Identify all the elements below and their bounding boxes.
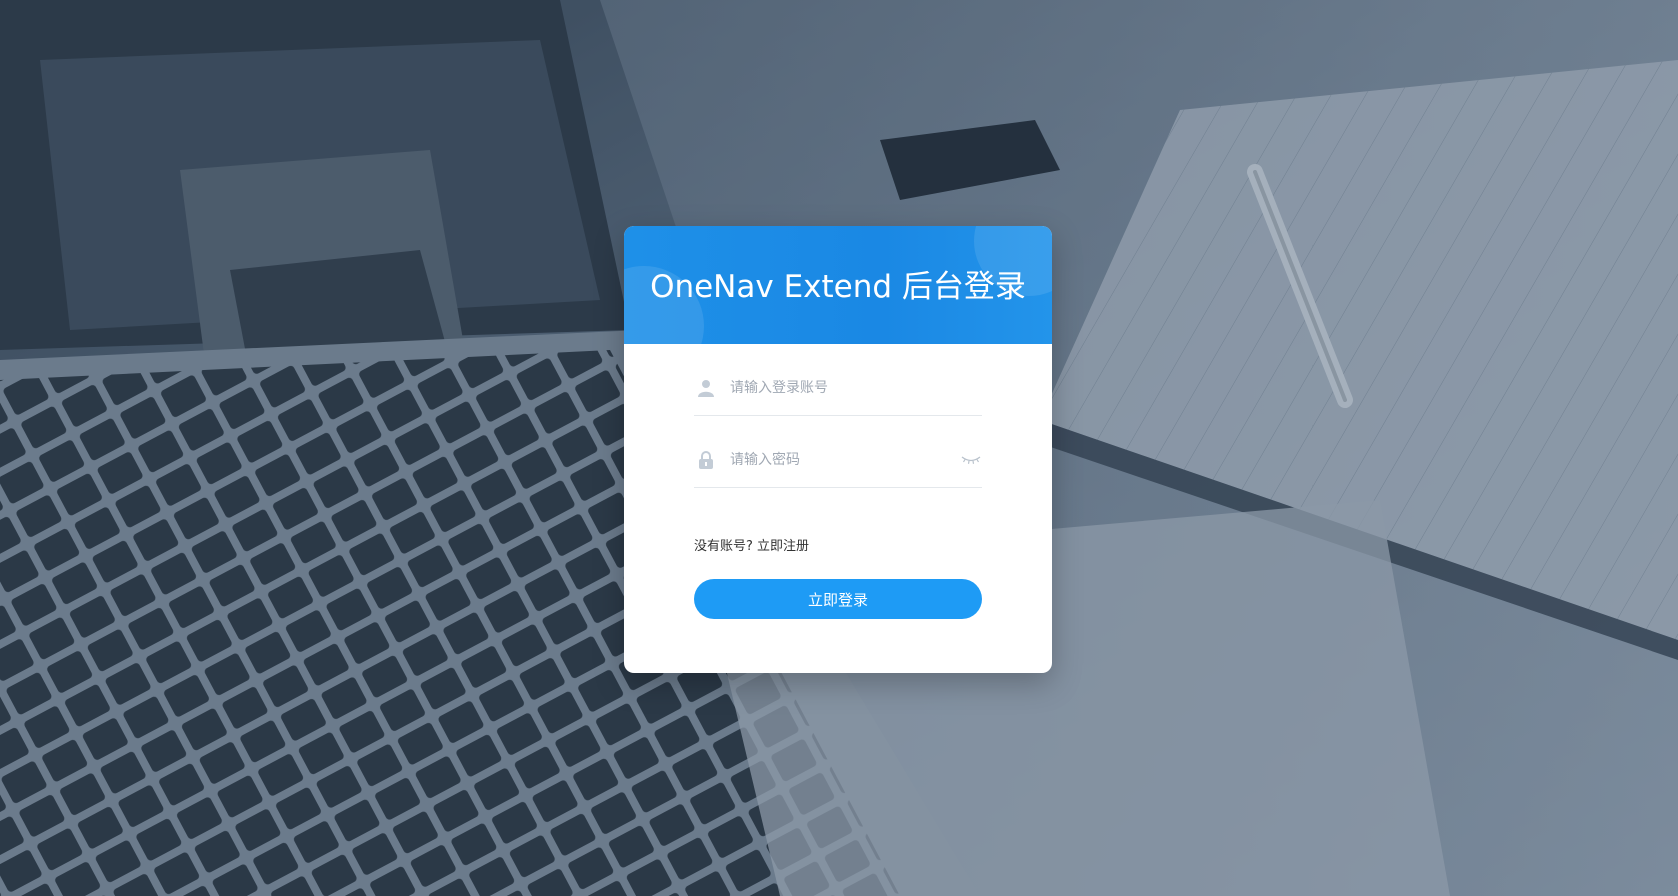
password-input[interactable] [730,445,960,475]
register-prompt: 没有账号? [694,539,753,554]
register-row: 没有账号? 立即注册 [694,538,982,556]
login-button[interactable]: 立即登录 [694,579,982,619]
register-link[interactable]: 立即注册 [757,539,809,554]
username-input[interactable] [730,373,982,403]
username-field [694,361,982,416]
login-form: 没有账号? 立即注册 立即登录 [694,344,982,619]
login-card: OneNav Extend 后台登录 请输入登录账号 没有账号? 立即注册 立即… [624,226,1052,673]
page-title: OneNav Extend 后台登录 [650,269,1026,305]
lock-icon [696,450,716,470]
user-icon [696,378,716,398]
password-field [694,433,982,488]
eye-closed-icon[interactable] [960,453,982,467]
login-card-header: OneNav Extend 后台登录 [624,226,1052,344]
